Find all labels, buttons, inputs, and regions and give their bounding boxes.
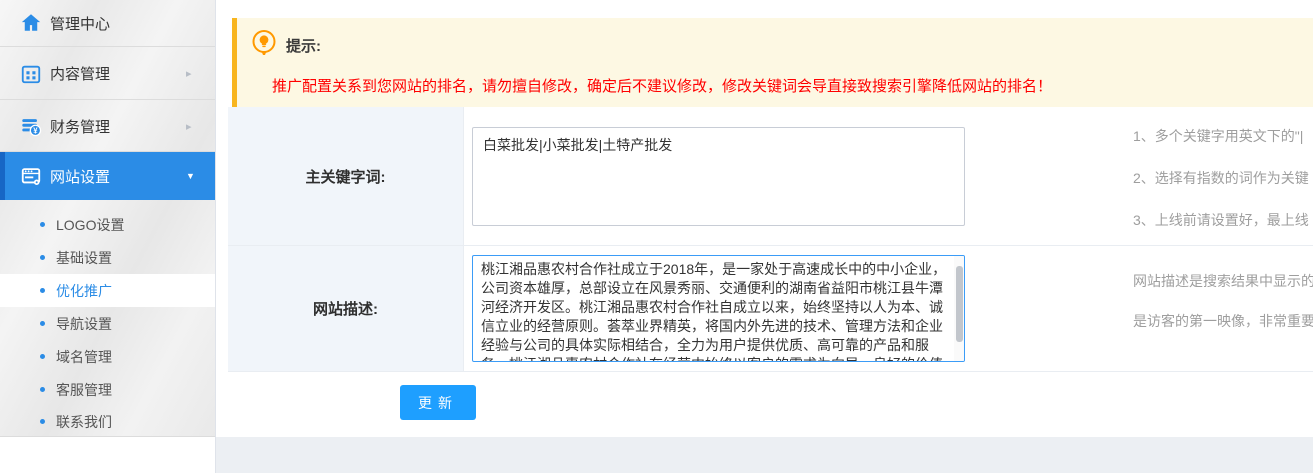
caret-down-icon: ▼ [186,171,195,181]
page-footer-background [216,437,1313,473]
main-content: 提示: 推广配置关系到您网站的排名，请勿擅自修改，确定后不建议修改，修改关键词会… [216,0,1313,437]
bullet-dot [40,222,45,227]
sidebar-subitem-domain-management[interactable]: 域名管理 [0,340,215,373]
bullet-dot [40,419,45,424]
sidebar-item-label: 网站设置 [50,166,110,187]
sidebar-item-website-settings[interactable]: 网站设置 ▼ [0,152,215,200]
bullet-dot [40,354,45,359]
notice-banner: 提示: 推广配置关系到您网站的排名，请勿擅自修改，确定后不建议修改，修改关键词会… [232,18,1313,107]
notice-message: 推广配置关系到您网站的排名，请勿擅自修改，确定后不建议修改，修改关键词会导直接致… [272,75,1052,96]
actions-row: 更新 [228,372,1313,437]
keywords-hint-2: 2、选择有指数的词作为关键 [1133,168,1309,188]
description-scrollbar-thumb[interactable] [956,266,963,342]
keywords-label: 主关键字词: [228,107,464,245]
website-browser-icon [20,165,42,187]
chevron-right-icon: ▸ [186,120,192,133]
main-keywords-textarea[interactable]: 白菜批发|小菜批发|土特产批发 [472,127,965,226]
sidebar-item-finance-management[interactable]: ¥ 财务管理 ▸ [0,101,215,152]
keywords-row: 主关键字词: 白菜批发|小菜批发|土特产批发 1、多个关键字用英文下的"| 2、… [228,107,1313,246]
description-hint-2: 是访客的第一映像，非常重要 [1133,311,1313,331]
site-description-textarea[interactable]: 桃江湘品惠农村合作社成立于2018年，是一家处于高速成长中的中小企业，公司资本雄… [472,255,965,362]
description-label: 网站描述: [228,246,464,371]
active-item-stripe [0,152,5,200]
sidebar-subitem-nav-settings[interactable]: 导航设置 [0,307,215,340]
sidebar-subitem-basic-settings[interactable]: 基础设置 [0,241,215,274]
sidebar-subitem-logo-settings[interactable]: LOGO设置 [0,208,215,241]
keywords-hint-1: 1、多个关键字用英文下的"| [1133,126,1303,146]
content-grid-icon [20,63,42,85]
sidebar-item-admin-center[interactable]: 管理中心 [0,0,215,47]
sidebar: 管理中心 内容管理 ▸ ¥ 财务管理 ▸ [0,0,216,473]
sidebar-subitem-label: 基础设置 [56,248,112,268]
description-scrollbar-track[interactable] [954,256,964,361]
home-icon [20,12,42,34]
sidebar-item-label: 财务管理 [50,116,110,137]
yuan-glyph: ¥ [33,126,38,135]
finance-coins-icon: ¥ [20,115,42,137]
sidebar-subitem-seo-promotion[interactable]: 优化推广 [0,274,215,307]
sidebar-subitem-customer-service[interactable]: 客服管理 [0,373,215,406]
bullet-dot [40,321,45,326]
notice-title: 提示: [286,35,321,56]
chevron-right-icon: ▸ [186,67,192,80]
sidebar-item-content-management[interactable]: 内容管理 ▸ [0,48,215,100]
site-description-text: 桃江湘品惠农村合作社成立于2018年，是一家处于高速成长中的中小企业，公司资本雄… [481,260,952,362]
sidebar-subitem-label: 域名管理 [56,347,112,367]
sidebar-subitem-label: 优化推广 [56,281,112,301]
sidebar-subitem-contact-us[interactable]: 联系我们 [0,405,215,438]
sidebar-item-label: 内容管理 [50,63,110,84]
lightbulb-icon [250,29,278,62]
description-row: 网站描述: 桃江湘品惠农村合作社成立于2018年，是一家处于高速成长中的中小企业… [228,246,1313,372]
keywords-hint-3: 3、上线前请设置好，最上线 [1133,210,1309,230]
sidebar-subitem-label: 导航设置 [56,314,112,334]
bullet-dot [40,387,45,392]
sidebar-subitem-label: 联系我们 [56,412,112,432]
sidebar-item-label: 管理中心 [50,13,110,34]
sidebar-subitem-label: LOGO设置 [56,215,124,235]
bullet-dot [40,288,45,293]
description-hint-1: 网站描述是搜索结果中显示的 [1133,271,1313,291]
update-button[interactable]: 更新 [400,385,476,420]
sidebar-subitem-label: 客服管理 [56,380,112,400]
bullet-dot [40,255,45,260]
